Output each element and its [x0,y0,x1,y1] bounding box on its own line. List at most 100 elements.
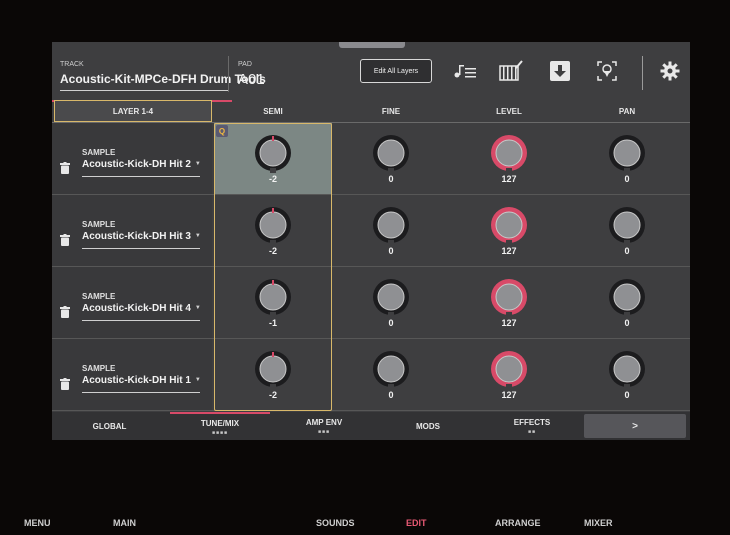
tab-tune-mix[interactable]: TUNE/MIX ■■■■ [170,412,270,440]
level-cell[interactable]: 127 [450,195,568,266]
pan-value: 0 [624,390,630,400]
touch-screen: TRACK Acoustic-Kit-MPCe-DFH Drum Tools P… [52,42,690,440]
sample-selector[interactable]: Acoustic-Kick-DH Hit 2 ▼ [82,159,201,170]
semi-value: -2 [268,246,277,256]
semi-value: -2 [268,174,277,184]
pan-value: 0 [624,246,630,256]
layer-row: SAMPLE Acoustic-Kick-DH Hit 3 ▼ -2 0 127 0 [52,195,690,267]
tab-global[interactable]: GLOBAL [52,412,167,440]
sample-cell: SAMPLE Acoustic-Kick-DH Hit 3 ▼ [52,195,212,266]
gear-icon[interactable] [657,60,683,82]
tab-global-label: GLOBAL [92,421,127,431]
sample-label: SAMPLE [82,220,116,229]
fine-cell[interactable]: 0 [332,267,450,338]
caret-down-icon: ▼ [194,377,201,384]
track-name-selector[interactable]: Acoustic-Kit-MPCe-DFH Drum Tools [60,72,266,86]
level-value: 127 [501,390,517,400]
sample-selector[interactable]: Acoustic-Kick-DH Hit 1 ▼ [82,375,201,386]
tab-tune-mix-dots: ■■■■ [211,429,229,436]
sample-cell: SAMPLE Acoustic-Kick-DH Hit 4 ▼ [52,267,212,338]
trash-icon[interactable] [60,161,70,179]
fine-cell[interactable]: 0 [332,123,450,194]
hardware-edit-button[interactable]: EDIT [406,518,427,528]
fine-value: 0 [388,246,394,256]
tab-tune-mix-label: TUNE/MIX [200,418,240,428]
semi-cell[interactable]: -2 [214,339,332,410]
pad-label: PAD [238,61,252,68]
hardware-sounds-button[interactable]: SOUNDS [316,518,355,528]
semi-cell[interactable]: -1 [214,267,332,338]
tab-amp-env-dots: ■■■ [317,428,331,435]
tab-mods-label: MODS [416,421,440,431]
fine-cell[interactable]: 0 [332,339,450,410]
header-divider [228,56,229,92]
sample-underline [82,392,200,393]
tab-amp-env[interactable]: AMP ENV ■■■ [274,412,374,440]
hardware-mixer-button[interactable]: MIXER [584,518,613,528]
tab-amp-env-label: AMP ENV [305,417,343,427]
sample-name: Acoustic-Kick-DH Hit 3 [82,231,191,242]
hardware-arrange-button[interactable]: ARRANGE [495,518,541,528]
sample-underline [82,176,200,177]
header: TRACK Acoustic-Kit-MPCe-DFH Drum Tools P… [52,50,690,102]
level-cell[interactable]: 127 [450,339,568,410]
pan-cell[interactable]: 0 [568,123,686,194]
next-page-button[interactable]: > [584,414,686,438]
download-icon[interactable] [547,60,573,82]
sample-label: SAMPLE [82,364,116,373]
pan-value: 0 [624,174,630,184]
sample-label: SAMPLE [82,292,116,301]
bottom-tab-bar: GLOBAL TUNE/MIX ■■■■ AMP ENV ■■■ MODS EF… [52,412,690,440]
edit-all-layers-button[interactable]: Edit All Layers [360,59,432,83]
fine-value: 0 [388,174,394,184]
semi-cell[interactable]: Q -2 [214,123,332,194]
sample-cell: SAMPLE Acoustic-Kick-DH Hit 2 ▼ [52,123,212,194]
sample-label: SAMPLE [82,148,116,157]
tab-effects-dots: ■■ [527,428,537,435]
semi-value: -1 [268,318,277,328]
track-label: TRACK [60,61,84,68]
column-header-semi: SEMI [263,106,283,116]
tab-mods[interactable]: MODS [378,412,478,440]
pan-cell[interactable]: 0 [568,267,686,338]
layer-row: SAMPLE Acoustic-Kick-DH Hit 4 ▼ -1 0 127 0 [52,267,690,339]
level-value: 127 [501,174,517,184]
top-pull-handle[interactable] [339,42,405,48]
layer-row: SAMPLE Acoustic-Kick-DH Hit 2 ▼ Q -2 0 127 0 [52,123,690,195]
q-link-badge: Q [216,125,228,137]
fine-cell[interactable]: 0 [332,195,450,266]
pan-cell[interactable]: 0 [568,195,686,266]
sample-name: Acoustic-Kick-DH Hit 4 [82,303,191,314]
row-divider [52,410,690,411]
track-underline [60,90,228,91]
trash-icon[interactable] [60,233,70,251]
sample-underline [82,320,200,321]
layer-range-tab[interactable]: LAYER 1-4 [54,100,212,122]
trash-icon[interactable] [60,377,70,395]
header-separator [642,56,643,90]
level-cell[interactable]: 127 [450,123,568,194]
caret-down-icon: ▼ [194,305,201,312]
sample-name: Acoustic-Kick-DH Hit 2 [82,159,191,170]
column-header-level: LEVEL [496,106,522,116]
hardware-main-button[interactable]: MAIN [113,518,136,528]
pan-value: 0 [624,318,630,328]
sample-selector[interactable]: Acoustic-Kick-DH Hit 4 ▼ [82,303,201,314]
tab-effects-label: EFFECTS [513,417,551,427]
semi-value: -2 [268,390,277,400]
sample-selector[interactable]: Acoustic-Kick-DH Hit 3 ▼ [82,231,201,242]
level-cell[interactable]: 127 [450,267,568,338]
fine-value: 0 [388,318,394,328]
hardware-menu-button[interactable]: MENU [24,518,51,528]
trash-icon[interactable] [60,305,70,323]
keyboard-pencil-icon[interactable] [498,60,524,82]
semi-cell[interactable]: -2 [214,195,332,266]
tab-effects[interactable]: EFFECTS ■■ [482,412,582,440]
location-pin-icon[interactable] [594,60,620,82]
level-value: 127 [501,246,517,256]
music-list-icon[interactable] [452,60,478,82]
column-header-fine: FINE [381,106,401,116]
pad-selector[interactable]: A01 [238,71,265,88]
pan-cell[interactable]: 0 [568,339,686,410]
column-header-pan: PAN [618,106,636,116]
